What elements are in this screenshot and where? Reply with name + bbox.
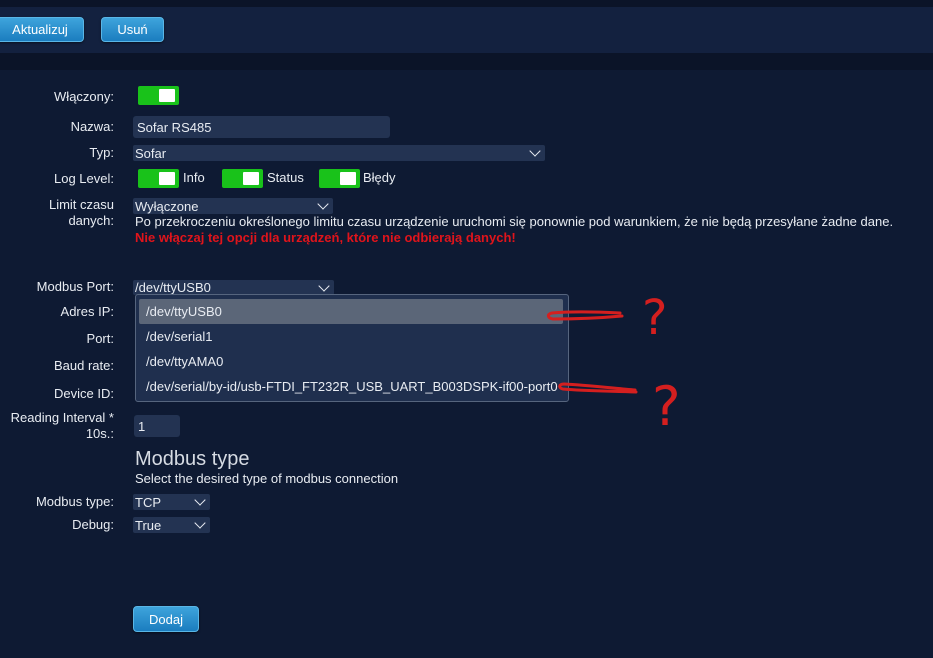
question-mark-annotation: ? xyxy=(642,290,667,346)
arrow-icon xyxy=(546,310,624,321)
arrow-icon xyxy=(558,382,638,394)
annotation-layer: ? ? xyxy=(546,290,681,438)
question-mark-annotation: ? xyxy=(652,375,681,438)
